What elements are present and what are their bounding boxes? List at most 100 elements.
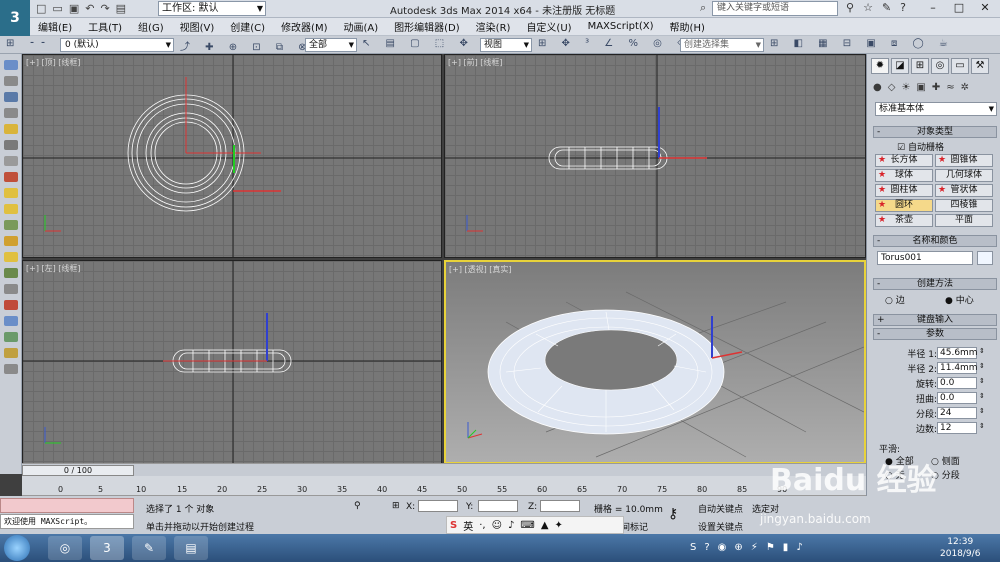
spinner-arrows-icon[interactable]: ⇕ (979, 407, 985, 415)
render-tool-icons[interactable]: ⊞ ◧ ▦ ⊟ ▣ ⧈ ◯ ☕ (770, 38, 954, 49)
maxscript-listener-input[interactable] (0, 498, 134, 513)
helpers-icon[interactable]: ✚ (932, 82, 940, 93)
time-slider-thumb[interactable]: 0 / 100 (22, 465, 134, 476)
menu-edit[interactable]: 编辑(E) (30, 19, 80, 34)
tray-icon[interactable]: ◉ (718, 542, 727, 553)
param-value[interactable]: 0.0 (937, 377, 977, 389)
torus-button[interactable]: ★ 圆环 (875, 199, 933, 212)
new-file-icon[interactable]: □ (36, 2, 46, 16)
3dsmax-taskbar-icon[interactable]: 3 (90, 536, 124, 560)
category-dropdown[interactable]: 标准基本体 ▼ (875, 102, 997, 116)
tool-icon[interactable] (3, 60, 18, 70)
tool-icon[interactable] (3, 348, 18, 358)
cameras-icon[interactable]: ▣ (916, 82, 925, 93)
track-bar[interactable]: 0 5 10 15 20 25 30 35 40 45 50 55 60 65 … (22, 476, 866, 496)
param-value[interactable]: 45.6mm (937, 347, 978, 359)
y-coordinate-field[interactable] (478, 500, 518, 512)
maximize-button[interactable]: □ (946, 0, 972, 16)
menu-modifiers[interactable]: 修改器(M) (273, 19, 335, 34)
cylinder-button[interactable]: ★ 圆柱体 (875, 184, 933, 197)
search-input[interactable]: 键入关键字或短语 (712, 1, 838, 16)
app-taskbar-icon[interactable]: ✎ (132, 536, 166, 560)
tool-icon[interactable] (3, 364, 18, 374)
menu-help[interactable]: 帮助(H) (662, 19, 713, 34)
minimize-button[interactable]: – (920, 0, 946, 16)
open-file-icon[interactable]: ▭ (52, 2, 62, 16)
save-icon[interactable]: ▣ (69, 2, 79, 16)
clock[interactable]: 12:39 2018/9/6 (940, 536, 980, 560)
param-value[interactable]: 0.0 (937, 392, 977, 404)
set-key-button[interactable]: 设置关键点 (698, 520, 743, 533)
search-icon[interactable]: ⌕ (700, 1, 706, 15)
radius1-spinner[interactable]: 半径 1: 45.6mm ⇕ (875, 347, 995, 360)
object-color-swatch[interactable] (977, 251, 993, 265)
spinner-arrows-icon[interactable]: ⇕ (979, 347, 985, 355)
rollout-name-color[interactable]: - 名称和颜色 (873, 235, 997, 247)
menu-tools[interactable]: 工具(T) (80, 19, 130, 34)
snap-tool-icons[interactable]: ⊞ ✥ ³ ∠ % ◎ ⟐ (538, 38, 691, 49)
cone-button[interactable]: ★ 圆锥体 (935, 154, 993, 167)
shapes-icon[interactable]: ◇ (888, 82, 896, 93)
help-icon[interactable]: ? (900, 1, 906, 14)
menu-create[interactable]: 创建(C) (222, 19, 273, 34)
flag-icon[interactable]: ⚑ (766, 542, 775, 553)
tool-icon[interactable] (3, 300, 18, 310)
spinner-arrows-icon[interactable]: ⇕ (979, 377, 985, 385)
tool-icon[interactable] (3, 332, 18, 342)
tool-icon[interactable] (3, 316, 18, 326)
app-taskbar-icon[interactable]: ▤ (174, 536, 208, 560)
rollout-keyboard-entry[interactable]: + 键盘输入 (873, 314, 997, 326)
tool-icon[interactable] (3, 124, 18, 134)
keyboard-icon[interactable]: ⌨ (520, 520, 534, 531)
binoculars-icon[interactable]: ⚲ (846, 1, 854, 14)
tool-icon[interactable] (3, 92, 18, 102)
rotation-spinner[interactable]: 旋转: 0.0 ⇕ (875, 377, 995, 390)
auto-grid-checkbox[interactable]: ☑ 自动栅格 (897, 140, 944, 153)
sides-spinner[interactable]: 边数: 12 ⇕ (875, 422, 995, 435)
display-tab[interactable]: ▭ (951, 58, 969, 74)
reference-coord-dropdown[interactable]: 视图 ▼ (480, 38, 532, 52)
spacewarps-icon[interactable]: ≈ (946, 82, 954, 93)
lights-icon[interactable]: ☀ (901, 82, 910, 93)
tool-icon[interactable] (3, 220, 18, 230)
tool-icon[interactable] (3, 76, 18, 86)
app-menu-button[interactable]: 3 (0, 0, 30, 36)
tool-icon[interactable] (3, 172, 18, 182)
microphone-icon[interactable]: ♪ (508, 520, 514, 531)
layer-dropdown[interactable]: 0 (默认) ▼ (60, 38, 174, 52)
center-radio[interactable]: ● 中心 (945, 293, 974, 306)
menu-rendering[interactable]: 渲染(R) (468, 19, 519, 34)
utilities-tab[interactable]: ⚒ (971, 58, 989, 74)
box-button[interactable]: ★ 长方体 (875, 154, 933, 167)
rollout-object-type[interactable]: - 对象类型 (873, 126, 997, 138)
geometry-icon[interactable]: ● (873, 82, 882, 93)
tube-button[interactable]: ★ 管状体 (935, 184, 993, 197)
menu-animation[interactable]: 动画(A) (336, 19, 387, 34)
transform-mode-icon[interactable]: ⊞ (392, 501, 400, 511)
help-icon[interactable]: ? (704, 542, 709, 553)
undo-icon[interactable]: ↶ (85, 2, 94, 16)
object-name-input[interactable]: Torus001 (877, 251, 973, 265)
tool-icon[interactable] (3, 268, 18, 278)
lock-icon[interactable]: ⚲ (354, 501, 361, 511)
tool-icon[interactable] (3, 140, 18, 150)
spinner-arrows-icon[interactable]: ⇕ (979, 392, 985, 400)
plane-button[interactable]: 平面 (935, 214, 993, 227)
skin-icon[interactable]: ▲ (541, 520, 549, 531)
named-selection-dropdown[interactable]: 创建选择集 ▼ (680, 38, 764, 52)
selection-filter-dropdown[interactable]: 全部 ▼ (305, 38, 357, 52)
menu-views[interactable]: 视图(V) (172, 19, 223, 34)
workspace-dropdown[interactable]: 工作区: 默认 ▼ (158, 1, 266, 16)
viewport-front[interactable]: [+] [前] [线框] (444, 54, 866, 258)
menu-group[interactable]: 组(G) (130, 19, 172, 34)
sphere-button[interactable]: ★ 球体 (875, 169, 933, 182)
param-value[interactable]: 24 (937, 407, 977, 419)
time-slider[interactable]: 0 / 100 (22, 463, 866, 476)
punctuation-icon[interactable]: ·, (479, 520, 485, 531)
sogou-icon[interactable]: S (450, 520, 457, 531)
tool-icon[interactable] (3, 156, 18, 166)
x-coordinate-field[interactable] (418, 500, 458, 512)
rollout-parameters[interactable]: - 参数 (873, 328, 997, 340)
tool-icon[interactable] (3, 204, 18, 214)
tool-icon[interactable] (3, 108, 18, 118)
